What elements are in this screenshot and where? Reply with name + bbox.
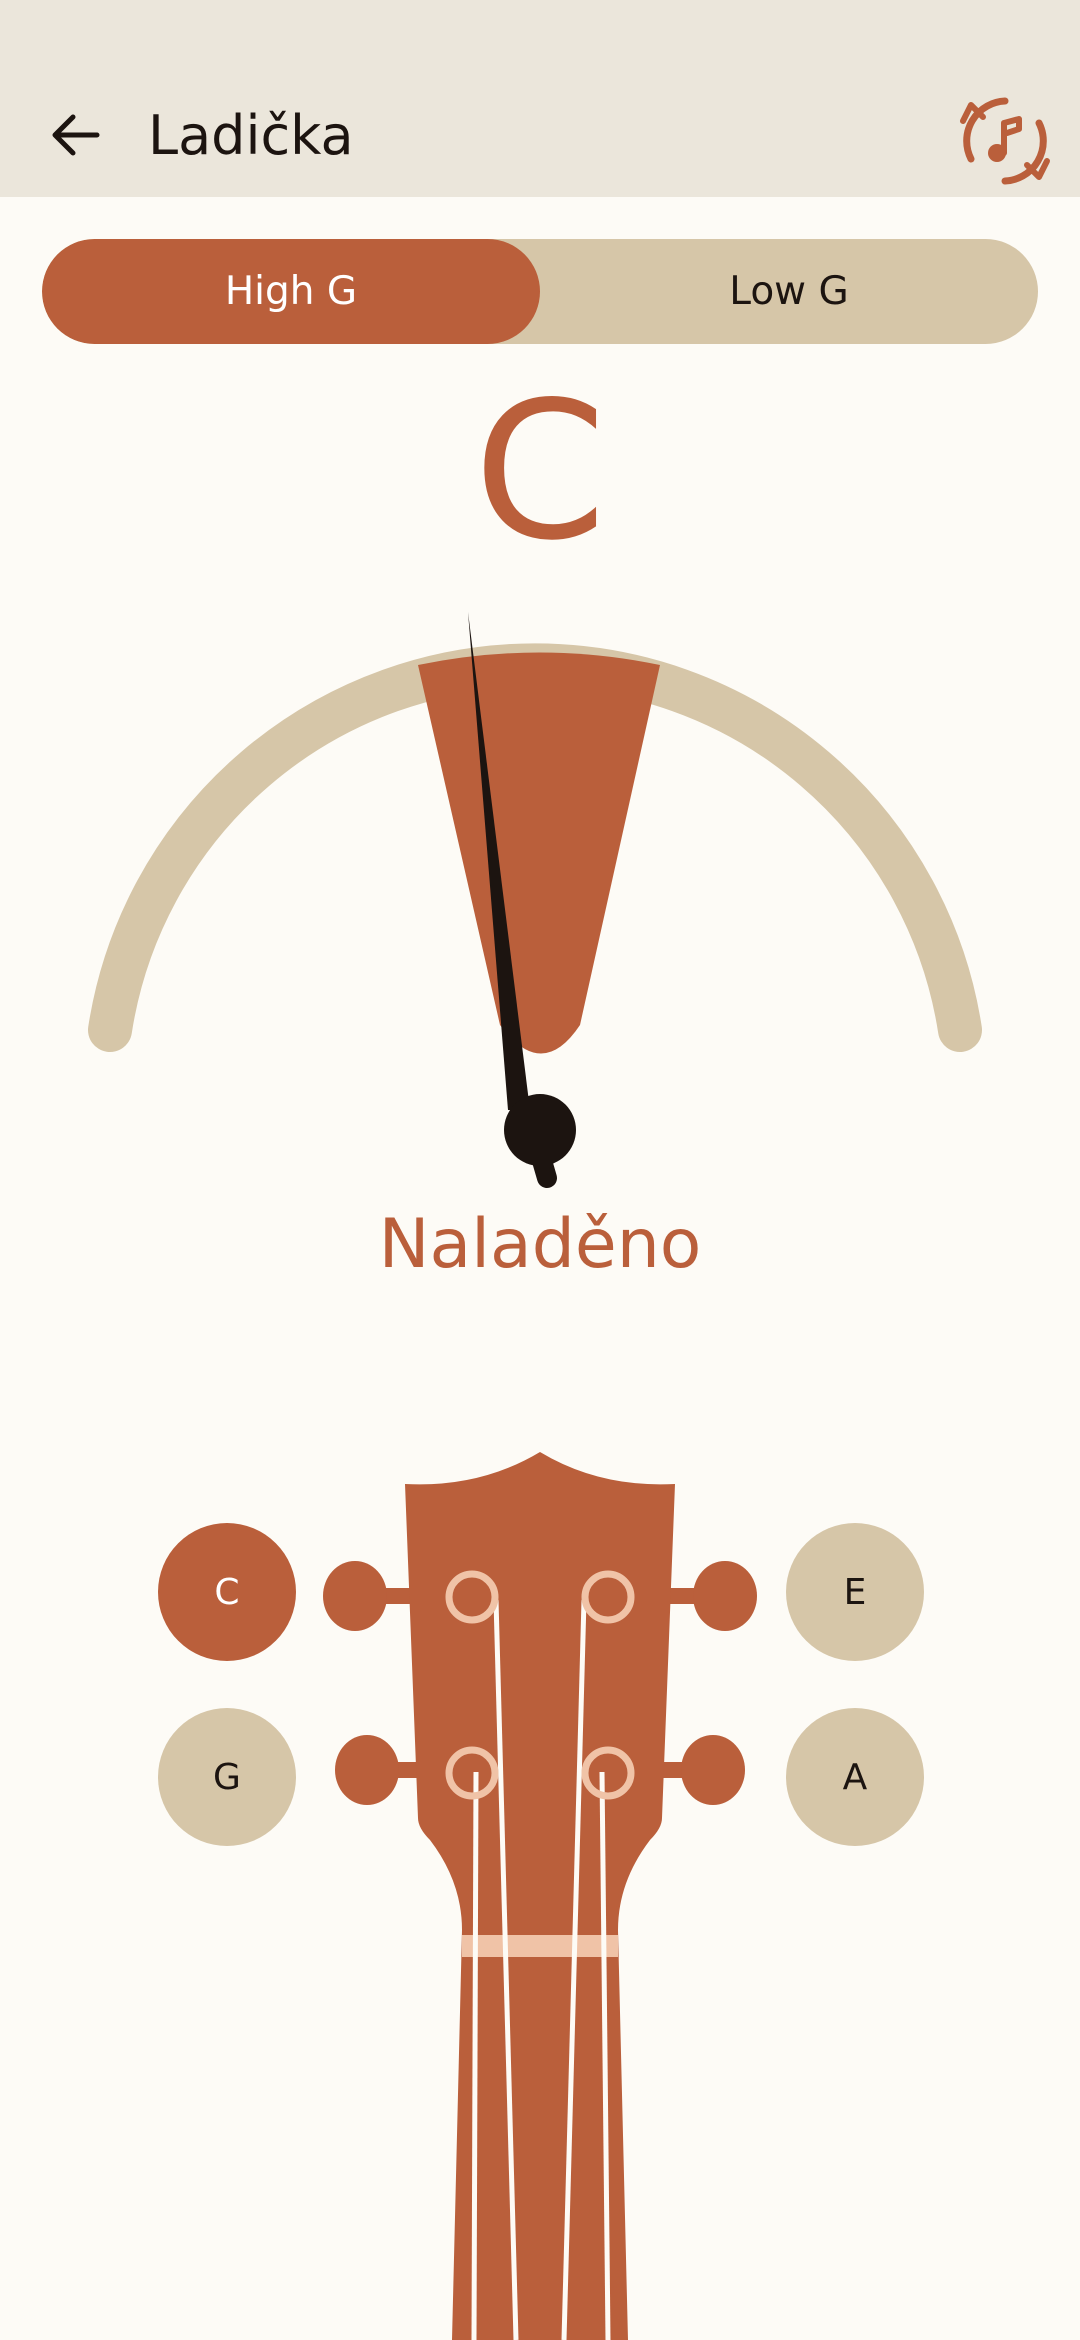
arrow-left-icon [52,114,100,156]
high-g-option[interactable]: High G [42,239,540,344]
in-tune-zone [418,652,660,1054]
low-g-option[interactable]: Low G [540,239,1038,344]
tuner-knob-a [681,1735,745,1805]
refresh-music-icon [960,97,1050,185]
tuning-mode-selector: High G Low G [42,239,1038,344]
back-button[interactable] [40,100,110,170]
nut [462,1935,618,1957]
headstock-body [405,1452,675,2340]
tuner-knob-c [323,1561,387,1631]
string-button-a[interactable]: A [786,1708,924,1846]
string-button-e[interactable]: E [786,1523,924,1661]
tuning-status: Naladěno [378,1205,702,1284]
string-button-g[interactable]: G [158,1708,296,1846]
string-button-c[interactable]: C [158,1523,296,1661]
page-title: Ladička [148,104,354,167]
detected-note: C [473,361,607,582]
tuner-gauge [88,612,982,1188]
app-bar: Ladička [0,0,1080,197]
tuner-knob-e [693,1561,757,1631]
tuner-knob-g [335,1735,399,1805]
reset-tuning-button[interactable] [950,86,1060,196]
needle-pivot [504,1094,576,1166]
